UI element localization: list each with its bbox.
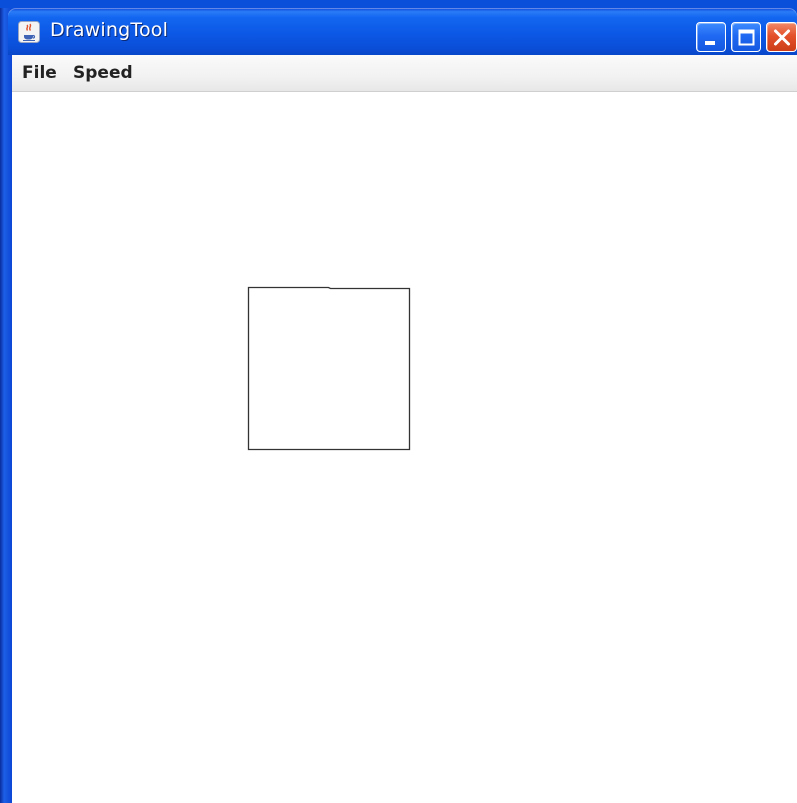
application-window: DrawingTool File Speed bbox=[0, 0, 797, 803]
close-icon bbox=[774, 29, 790, 46]
drawing-canvas[interactable] bbox=[12, 92, 797, 803]
drawing-surface bbox=[247, 286, 411, 451]
menu-speed[interactable]: Speed bbox=[73, 63, 133, 83]
window-title: DrawingTool bbox=[50, 19, 169, 41]
maximize-icon bbox=[738, 29, 755, 46]
drawn-square-shape[interactable] bbox=[247, 286, 411, 451]
minimize-button[interactable] bbox=[696, 22, 726, 52]
menu-file[interactable]: File bbox=[22, 63, 57, 83]
maximize-button[interactable] bbox=[731, 22, 761, 52]
window-left-border bbox=[0, 8, 12, 803]
menu-bar: File Speed bbox=[12, 55, 797, 92]
minimize-icon bbox=[705, 41, 715, 45]
java-cup-icon[interactable] bbox=[18, 21, 40, 43]
title-bar[interactable]: DrawingTool bbox=[8, 8, 797, 55]
close-button[interactable] bbox=[766, 22, 797, 52]
